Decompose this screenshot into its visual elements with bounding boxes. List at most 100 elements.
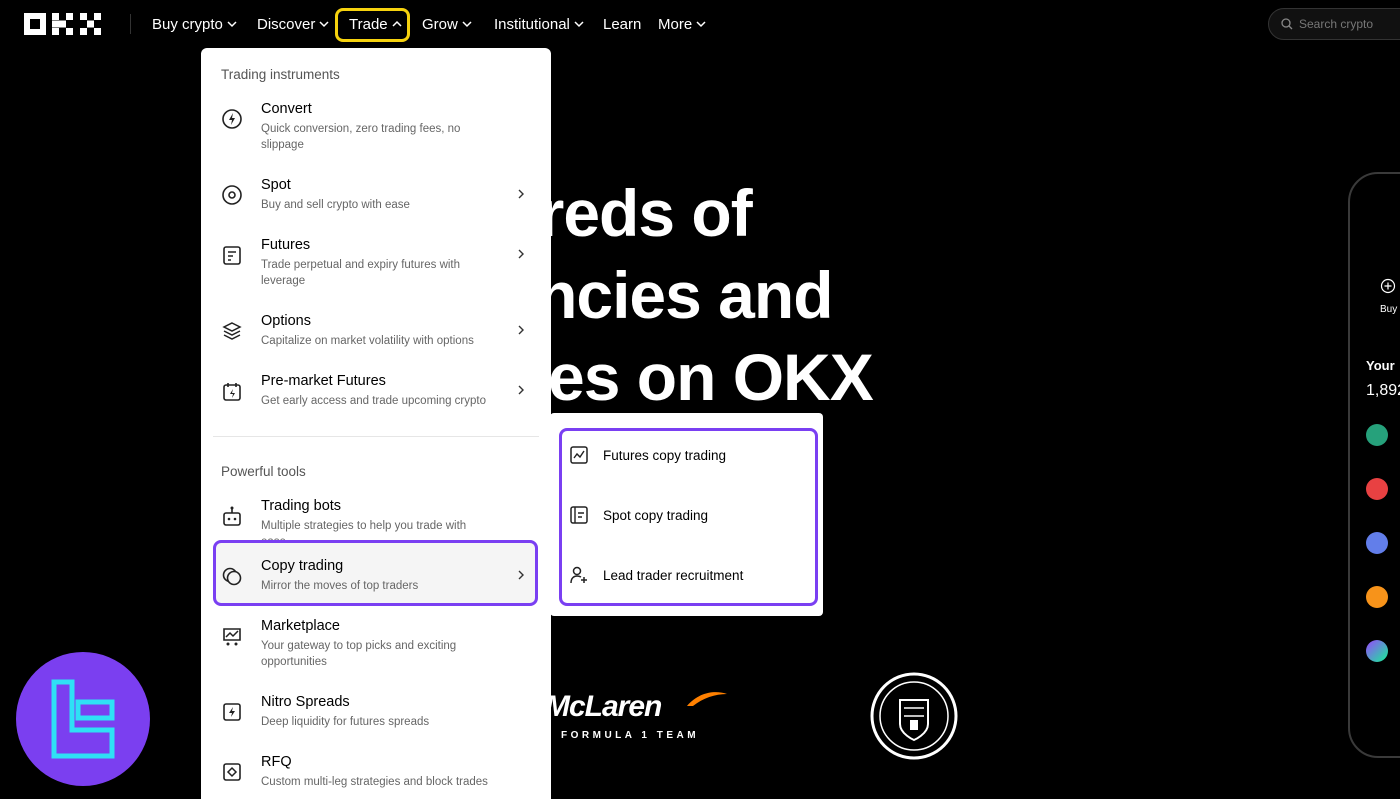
nav-label: Trade [349, 15, 388, 33]
menu-item-desc: Custom multi-leg strategies and block tr… [261, 776, 488, 788]
menu-item-title: Marketplace [261, 618, 340, 634]
submenu-item-label: Spot copy trading [603, 507, 709, 523]
spot-copy-icon [570, 506, 588, 524]
nav-label: Grow [422, 15, 458, 33]
menu-item-desc: Capitalize on market volatility with opt… [261, 335, 474, 347]
menu-item-title: Convert [261, 101, 312, 117]
bitcoin-icon [1366, 586, 1388, 608]
chevron-down-icon [574, 21, 584, 28]
nav-learn[interactable]: Learn [603, 14, 641, 34]
nitro-icon [223, 703, 241, 721]
okx-logo[interactable] [24, 13, 104, 35]
spot-icon [222, 185, 242, 205]
section-title-tools: Powerful tools [221, 464, 306, 479]
chevron-down-icon [696, 21, 706, 28]
submenu-item-label: Futures copy trading [603, 447, 727, 463]
premarket-icon [223, 383, 241, 401]
nav-grow[interactable]: Grow [422, 14, 472, 34]
menu-item-title: Options [261, 313, 311, 329]
nav-label: More [658, 15, 693, 33]
manchester-city-crest-icon [870, 672, 958, 760]
menu-item-desc: Get early access and trade upcoming cryp… [261, 395, 487, 407]
chevron-up-icon [392, 20, 402, 27]
nav-label: Institutional [494, 15, 570, 33]
futures-copy-icon [570, 446, 588, 464]
chevron-right-icon [518, 385, 524, 395]
watermark-logo-icon [16, 652, 150, 786]
menu-item-nitro-spreads[interactable]: Nitro Spreads Deep liquidity for futures… [213, 693, 539, 730]
mclaren-subtitle: FORMULA 1 TEAM [561, 730, 700, 741]
menu-item-title: RFQ [261, 754, 292, 770]
mclaren-logo: McLaren FORMULA 1 TEAM [545, 690, 735, 750]
menu-item-desc: Quick conversion, zero trading fees, no … [261, 123, 461, 151]
bot-icon [223, 506, 241, 526]
phone-buy-label: Buy [1380, 304, 1398, 315]
section-divider [213, 436, 539, 437]
menu-item-desc: Trade perpetual and expiry futures with … [261, 259, 461, 287]
phone-balance: 1,892 [1366, 382, 1400, 399]
nav-institutional[interactable]: Institutional [494, 14, 584, 34]
chevron-right-icon [518, 325, 524, 335]
marketplace-icon [223, 628, 241, 646]
top-nav: Buy crypto Discover Trade Grow Instituti… [0, 0, 1400, 48]
solana-icon [1366, 640, 1388, 662]
phone-mockup: Buy Your 1,892 [1348, 172, 1400, 758]
mclaren-swoosh-icon [687, 692, 727, 706]
plus-circle-icon [1380, 278, 1396, 294]
menu-item-marketplace[interactable]: Marketplace Your gateway to top picks an… [213, 617, 539, 670]
nav-discover[interactable]: Discover [257, 14, 329, 34]
section-title-instruments: Trading instruments [221, 67, 340, 82]
copy-trading-icon [222, 567, 242, 586]
rfq-icon [223, 763, 241, 781]
chevron-right-icon [518, 570, 524, 580]
nav-more[interactable]: More [658, 14, 706, 34]
menu-item-premarket-futures[interactable]: Pre-market Futures Get early access and … [213, 372, 539, 409]
search-icon [1281, 18, 1293, 30]
chevron-right-icon [518, 189, 524, 199]
copy-trading-submenu: Futures copy trading Spot copy trading L… [550, 413, 823, 616]
menu-item-desc: Your gateway to top picks and exciting o… [261, 640, 457, 668]
submenu-item-spot-copy-trading[interactable]: Spot copy trading [569, 503, 809, 527]
menu-item-title: Trading bots [261, 498, 342, 514]
futures-icon [223, 246, 241, 265]
chevron-down-icon [462, 21, 472, 28]
chevron-down-icon [227, 21, 237, 28]
menu-item-rfq[interactable]: RFQ Custom multi-leg strategies and bloc… [213, 753, 539, 790]
nav-trade[interactable]: Trade [349, 14, 402, 34]
menu-item-desc: Buy and sell crypto with ease [261, 199, 410, 211]
menu-item-title: Spot [261, 177, 291, 193]
nav-label: Buy crypto [152, 15, 223, 33]
lead-trader-icon [570, 566, 587, 584]
search-input[interactable] [1299, 17, 1399, 31]
submenu-item-lead-trader-recruitment[interactable]: Lead trader recruitment [569, 563, 809, 587]
hero-line-3: es on OKX [548, 340, 874, 414]
nav-divider [130, 14, 131, 34]
options-icon [222, 322, 242, 340]
search-box[interactable] [1268, 8, 1400, 40]
avax-icon [1366, 478, 1388, 500]
menu-item-title: Futures [261, 237, 311, 253]
menu-item-copy-trading[interactable]: Copy trading Mirror the moves of top tra… [213, 557, 539, 594]
menu-item-title: Copy trading [261, 558, 344, 574]
nav-label: Discover [257, 15, 316, 33]
tether-icon [1366, 424, 1388, 446]
menu-item-options[interactable]: Options Capitalize on market volatility … [213, 312, 539, 349]
chevron-right-icon [518, 249, 524, 259]
nav-label: Learn [603, 15, 642, 33]
menu-item-futures[interactable]: Futures Trade perpetual and expiry futur… [213, 236, 539, 289]
nav-buy-crypto[interactable]: Buy crypto [152, 14, 237, 34]
chevron-down-icon [319, 21, 329, 28]
menu-item-title: Nitro Spreads [261, 694, 350, 710]
menu-item-desc: Deep liquidity for futures spreads [261, 716, 430, 728]
phone-your-label: Your [1366, 358, 1395, 373]
convert-icon [222, 109, 242, 129]
menu-item-convert[interactable]: Convert Quick conversion, zero trading f… [213, 100, 539, 153]
menu-item-title: Pre-market Futures [261, 373, 386, 389]
menu-item-spot[interactable]: Spot Buy and sell crypto with ease [213, 176, 539, 213]
submenu-item-futures-copy-trading[interactable]: Futures copy trading [569, 443, 809, 467]
mclaren-name: McLaren [545, 690, 662, 723]
menu-item-desc: Mirror the moves of top traders [261, 580, 419, 592]
ethereum-icon [1366, 532, 1388, 554]
submenu-item-label: Lead trader recruitment [603, 567, 744, 583]
trade-dropdown-menu: Trading instruments Convert Quick conver… [201, 48, 551, 799]
